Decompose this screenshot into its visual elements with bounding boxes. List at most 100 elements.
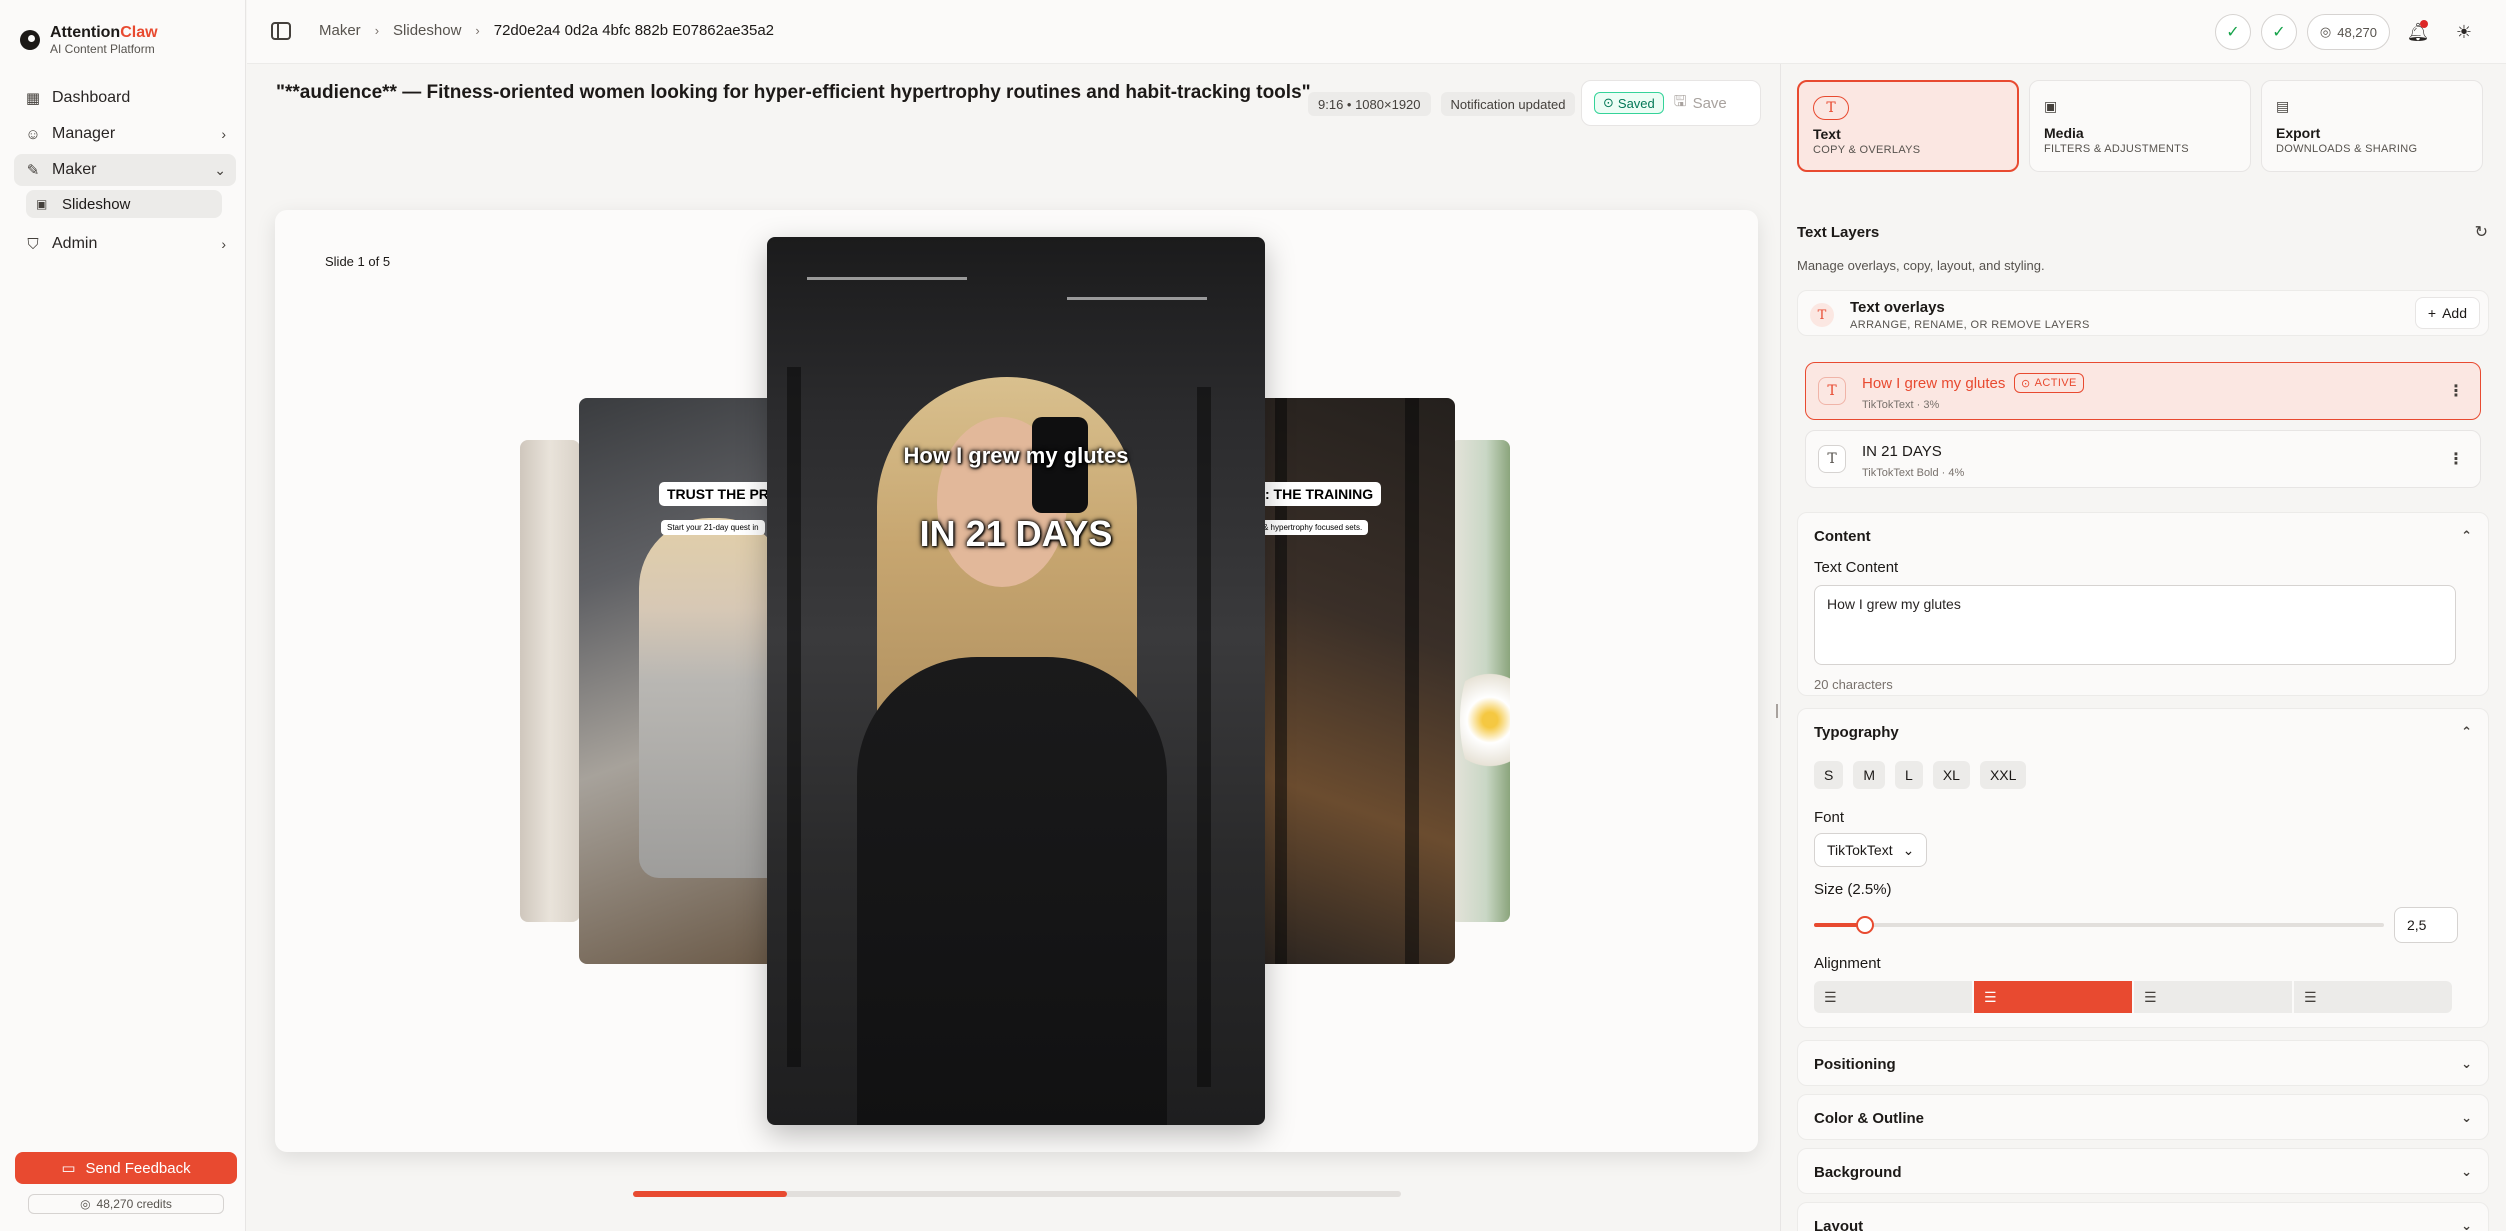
coins-icon: ◎ (2319, 24, 2332, 39)
text-layer-item[interactable]: T How I grew my glutes ⊙ ACTIVE TikTokTex… (1805, 362, 2481, 420)
sun-icon[interactable]: ☀ (2446, 14, 2482, 50)
size-slider[interactable] (1814, 916, 2384, 934)
breadcrumb: Maker › Slideshow › 72d0e2a4 0d2a 4bfc 8… (319, 22, 774, 39)
align-center-button[interactable]: ☰ (1974, 981, 2132, 1013)
aspect-chip: 9:16 • 1080×1920 (1308, 92, 1431, 116)
background-section[interactable]: Background ⌄ (1797, 1148, 2489, 1194)
check-icon[interactable]: ✓ (2260, 14, 2297, 50)
overlays-subtitle: ARRANGE, RENAME, OR REMOVE LAYERS (1850, 319, 2090, 331)
text-content-label: Text Content (1814, 559, 1899, 576)
breadcrumb-slideshow[interactable]: Slideshow (393, 22, 461, 39)
sidebar-item-admin[interactable]: ⛉ Admin › (14, 228, 236, 260)
positioning-section-header[interactable]: Positioning ⌄ (1798, 1041, 2488, 1087)
section-heading: Positioning (1814, 1055, 1896, 1073)
tab-media[interactable]: ▣ Media FILTERS & ADJUSTMENTS (2029, 80, 2251, 172)
tab-export[interactable]: ▤ Export DOWNLOADS & SHARING (2261, 80, 2483, 172)
send-feedback-button[interactable]: ▭ Send Feedback (15, 1152, 237, 1184)
breadcrumb-maker[interactable]: Maker (319, 22, 361, 39)
text-layer-1[interactable]: How I grew my glutes (767, 443, 1265, 469)
editor-panel: T Text COPY & OVERLAYS ▣ Media FILTERS &… (1780, 64, 2506, 1231)
sidebar-item-slideshow[interactable]: ▣ Slideshow (26, 190, 222, 218)
text-layer-2[interactable]: IN 21 DAYS (767, 513, 1265, 555)
sidebar-item-label: Admin (52, 235, 98, 252)
floppy-icon: 🖫 (1673, 92, 1687, 110)
brand[interactable]: AttentionClaw AI Content Platform (20, 24, 158, 56)
credits-counter[interactable]: ◎ 48,270 (2306, 14, 2390, 50)
text-icon: T (1813, 96, 1849, 120)
more-vertical-icon[interactable]: ⋮ (2448, 449, 2464, 469)
chevron-down-icon: ⌄ (2461, 1164, 2472, 1179)
chevron-right-icon: › (221, 236, 226, 252)
positioning-section[interactable]: Positioning ⌄ (1797, 1040, 2489, 1086)
slide-thumbnail-3[interactable] (1450, 440, 1510, 922)
layout-section-header[interactable]: Layout ⌄ (1798, 1203, 2488, 1231)
text-icon: T (1818, 445, 1846, 473)
file-icon: ▤ (2276, 99, 2290, 115)
typography-section-header[interactable]: Typography ⌃ (1798, 709, 2488, 755)
size-xl-button[interactable]: XL (1932, 761, 1970, 789)
meta-chips: 9:16 • 1080×1920 Notification updated (1308, 92, 1576, 116)
color-outline-section-header[interactable]: Color & Outline ⌄ (1798, 1095, 2488, 1141)
section-title: Text Layers (1797, 224, 1880, 241)
size-l-button[interactable]: L (1895, 761, 1923, 789)
active-slide[interactable]: How I grew my glutes IN 21 DAYS (767, 237, 1265, 1125)
slide-thumbnail-4[interactable]: TRUST THE PRO Start your 21-day quest in (579, 398, 779, 964)
sidebar-item-label: Manager (52, 125, 116, 142)
check-icon[interactable]: ✓ (2214, 14, 2251, 50)
character-count: 20 characters (1814, 677, 1893, 692)
reset-icon[interactable]: ↻ (2475, 222, 2488, 242)
text-content-input[interactable]: How I grew my glutes (1814, 585, 2456, 665)
credits-label: 48,270 credits (96, 1197, 172, 1211)
sidebar-toggle-icon[interactable] (271, 22, 291, 40)
section-heading: Typography (1814, 723, 1899, 741)
shield-icon: ⛉ (27, 235, 39, 253)
sidebar-item-maker[interactable]: ✎ Maker ⌄ (14, 154, 236, 186)
align-left-button[interactable]: ☰ (1814, 981, 1972, 1013)
size-xxl-button[interactable]: XXL (1979, 761, 2027, 789)
slide-caption: : THE TRAINING (1257, 482, 1382, 506)
content-section-header[interactable]: Content ⌃ (1798, 513, 2488, 559)
sidebar-item-manager[interactable]: ☺ Manager › (14, 118, 236, 150)
text-layer-item[interactable]: T IN 21 DAYS TikTokText Bold · 4% ⋮ (1805, 430, 2481, 488)
layout-section[interactable]: Layout ⌄ (1797, 1202, 2489, 1231)
slide-progress[interactable] (633, 1191, 1401, 1197)
slide-thumbnail-2[interactable]: : THE TRAINING & hypertrophy focused set… (1255, 398, 1455, 964)
color-outline-section[interactable]: Color & Outline ⌄ (1797, 1094, 2489, 1140)
more-vertical-icon[interactable]: ⋮ (2448, 381, 2464, 401)
alignment-label: Alignment (1814, 955, 1881, 972)
tab-sublabel: FILTERS & ADJUSTMENTS (2044, 143, 2189, 155)
size-m-button[interactable]: M (1853, 761, 1886, 789)
save-label: Save (1692, 94, 1727, 112)
add-layer-button[interactable]: + Add (2414, 297, 2480, 329)
tab-text[interactable]: T Text COPY & OVERLAYS (1797, 80, 2019, 172)
slide-subcaption: & hypertrophy focused sets. (1257, 520, 1369, 535)
save-button[interactable]: 🖫 Save (1674, 91, 1727, 116)
credits-value: 48,270 (2337, 24, 2377, 40)
align-justify-button[interactable]: ☰ (2294, 981, 2452, 1013)
image-icon: ▣ (2044, 99, 2058, 115)
align-right-button[interactable]: ☰ (2134, 981, 2292, 1013)
chevron-down-icon: ⌄ (214, 161, 226, 178)
coins-icon: ◎ (80, 1197, 91, 1211)
layer-name: How I grew my glutes (1862, 375, 2006, 392)
page-title: "**audience** — Fitness-oriented women l… (276, 82, 1311, 103)
chevron-down-icon: ⌄ (2461, 1110, 2472, 1125)
section-heading: Color & Outline (1814, 1109, 1924, 1127)
brand-subtitle: AI Content Platform (50, 42, 155, 56)
sidebar-item-dashboard[interactable]: ▦ Dashboard (14, 82, 236, 114)
bell-icon[interactable]: 🔔︎ (2400, 14, 2436, 50)
font-select[interactable]: TikTokText ⌄ (1814, 833, 1928, 867)
send-feedback-label: Send Feedback (85, 1159, 191, 1177)
ceiling-light (807, 277, 967, 280)
size-s-button[interactable]: S (1814, 761, 1844, 789)
check-circle-icon: ⊙ (2021, 377, 2031, 390)
slide-thumbnail-5[interactable] (520, 440, 580, 922)
topbar: Maker › Slideshow › 72d0e2a4 0d2a 4bfc 8… (247, 0, 2506, 64)
add-label: Add (2442, 305, 2467, 321)
size-slider-thumb[interactable] (1856, 916, 1875, 934)
size-input[interactable]: 2,5 (2394, 907, 2458, 943)
users-icon: ☺ (25, 125, 41, 143)
background-section-header[interactable]: Background ⌄ (1798, 1149, 2488, 1195)
breadcrumb-current: 72d0e2a4 0d2a 4bfc 882b E07862ae35a2 (493, 22, 775, 39)
pen-icon: ✎ (26, 162, 40, 179)
